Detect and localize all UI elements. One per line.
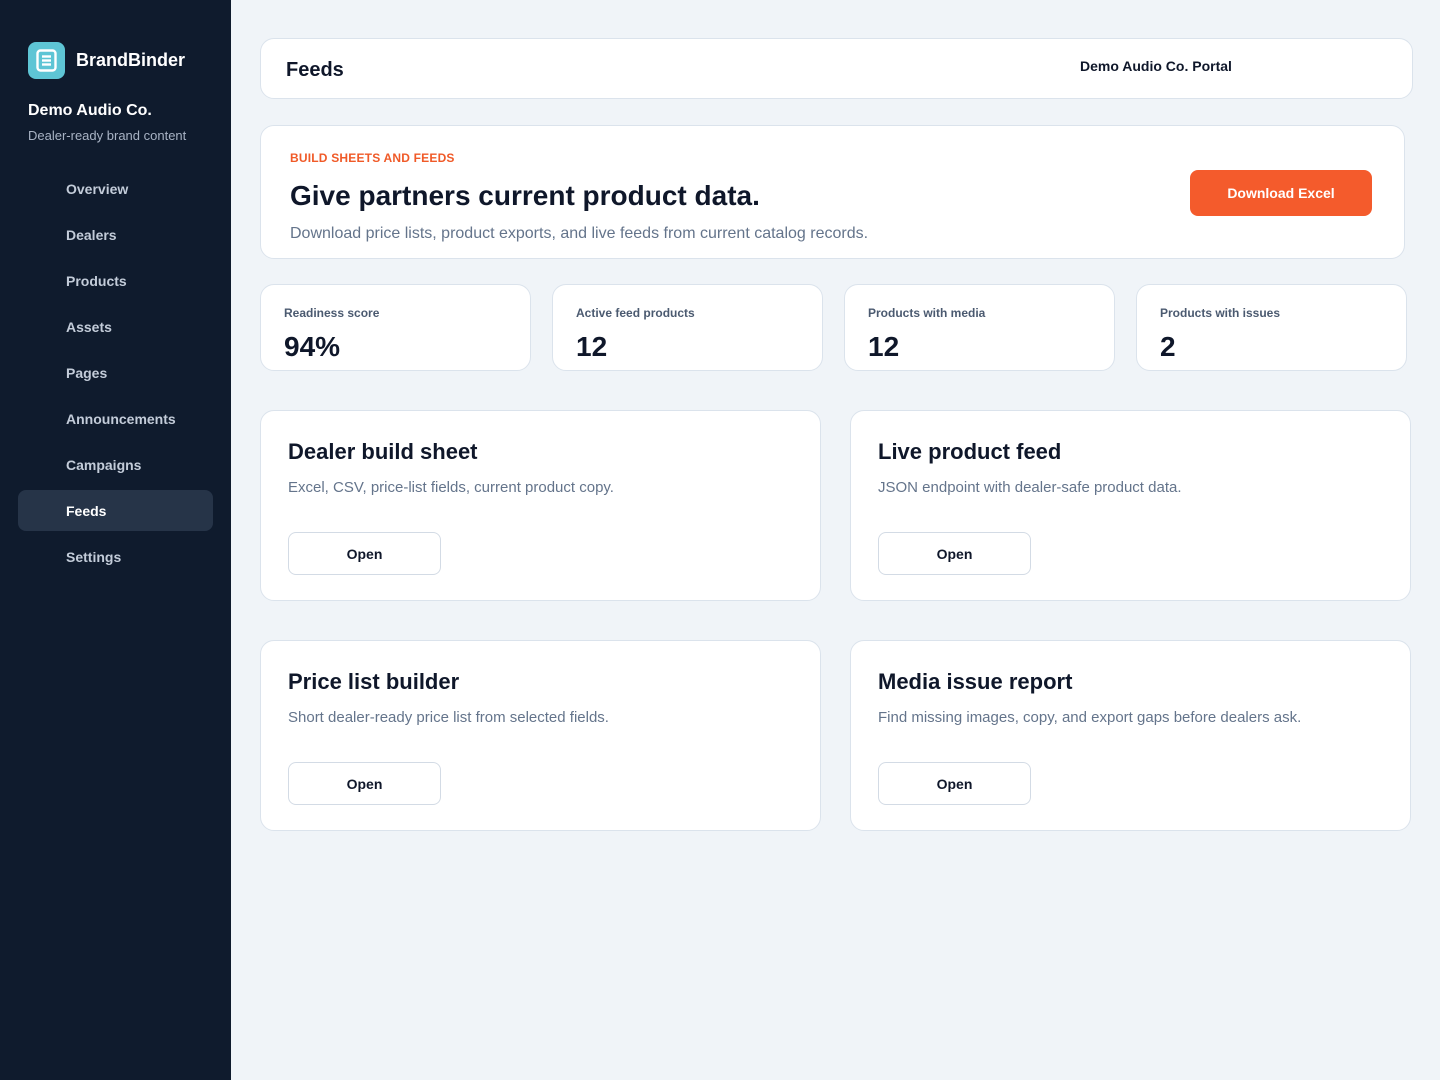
stat-label: Products with media [868, 306, 986, 320]
sidebar-item-campaigns[interactable]: Campaigns [18, 444, 213, 485]
tool-card-price-list-builder: Price list builder Short dealer-ready pr… [260, 640, 821, 831]
sidebar-item-settings[interactable]: Settings [18, 536, 213, 577]
stat-products-with-issues: Products with issues 2 [1136, 284, 1407, 371]
open-media-issue-report-button[interactable]: Open [878, 762, 1031, 805]
open-live-product-feed-button[interactable]: Open [878, 532, 1031, 575]
tool-title: Price list builder [288, 669, 460, 694]
sidebar-item-assets[interactable]: Assets [18, 306, 213, 347]
topbar: Feeds Demo Audio Co. Portal [260, 38, 1413, 99]
stat-value: 2 [1160, 331, 1176, 362]
tool-description: Short dealer-ready price list from selec… [288, 709, 609, 726]
stat-value: 12 [576, 331, 608, 362]
portal-name: Demo Audio Co. Portal [1080, 58, 1232, 74]
sidebar-item-products[interactable]: Products [18, 260, 213, 301]
sidebar-nav: Overview Dealers Products Assets Pages A… [18, 168, 213, 582]
tool-description: JSON endpoint with dealer-safe product d… [878, 479, 1182, 496]
tool-title: Dealer build sheet [288, 439, 478, 464]
hero-eyebrow: BUILD SHEETS AND FEEDS [290, 151, 455, 165]
stat-products-with-media: Products with media 12 [844, 284, 1115, 371]
brand-name: BrandBinder [76, 50, 186, 70]
stat-label: Active feed products [576, 306, 695, 320]
stat-active-feed-products: Active feed products 12 [552, 284, 823, 371]
tool-title: Live product feed [878, 439, 1062, 464]
stat-readiness-score: Readiness score 94% [260, 284, 531, 371]
hero-card: BUILD SHEETS AND FEEDS Give partners cur… [260, 125, 1405, 259]
open-dealer-build-sheet-button[interactable]: Open [288, 532, 441, 575]
download-excel-button[interactable]: Download Excel [1190, 170, 1372, 216]
stat-label: Readiness score [284, 306, 380, 320]
brand[interactable]: BrandBinder [28, 42, 185, 79]
stat-value: 94% [284, 331, 341, 362]
tool-title: Media issue report [878, 669, 1073, 694]
hero-title: Give partners current product data. [290, 180, 760, 211]
stat-label: Products with issues [1160, 306, 1281, 320]
document-list-icon [28, 42, 65, 79]
tool-card-media-issue-report: Media issue report Find missing images, … [850, 640, 1411, 831]
tool-description: Excel, CSV, price-list fields, current p… [288, 479, 614, 496]
tool-description: Find missing images, copy, and export ga… [878, 709, 1302, 726]
tool-card-dealer-build-sheet: Dealer build sheet Excel, CSV, price-lis… [260, 410, 821, 601]
stat-value: 12 [868, 331, 900, 362]
sidebar-item-pages[interactable]: Pages [18, 352, 213, 393]
sidebar-item-feeds[interactable]: Feeds [18, 490, 213, 531]
page-title: Feeds [286, 59, 344, 81]
org-name: Demo Audio Co. [28, 102, 152, 119]
hero-description: Download price lists, product exports, a… [290, 225, 869, 242]
tool-card-live-product-feed: Live product feed JSON endpoint with dea… [850, 410, 1411, 601]
sidebar: BrandBinder Demo Audio Co. Dealer-ready … [0, 0, 231, 1080]
org-tagline: Dealer-ready brand content [28, 128, 187, 143]
sidebar-item-announcements[interactable]: Announcements [18, 398, 213, 439]
sidebar-item-dealers[interactable]: Dealers [18, 214, 213, 255]
open-price-list-builder-button[interactable]: Open [288, 762, 441, 805]
sidebar-item-overview[interactable]: Overview [18, 168, 213, 209]
